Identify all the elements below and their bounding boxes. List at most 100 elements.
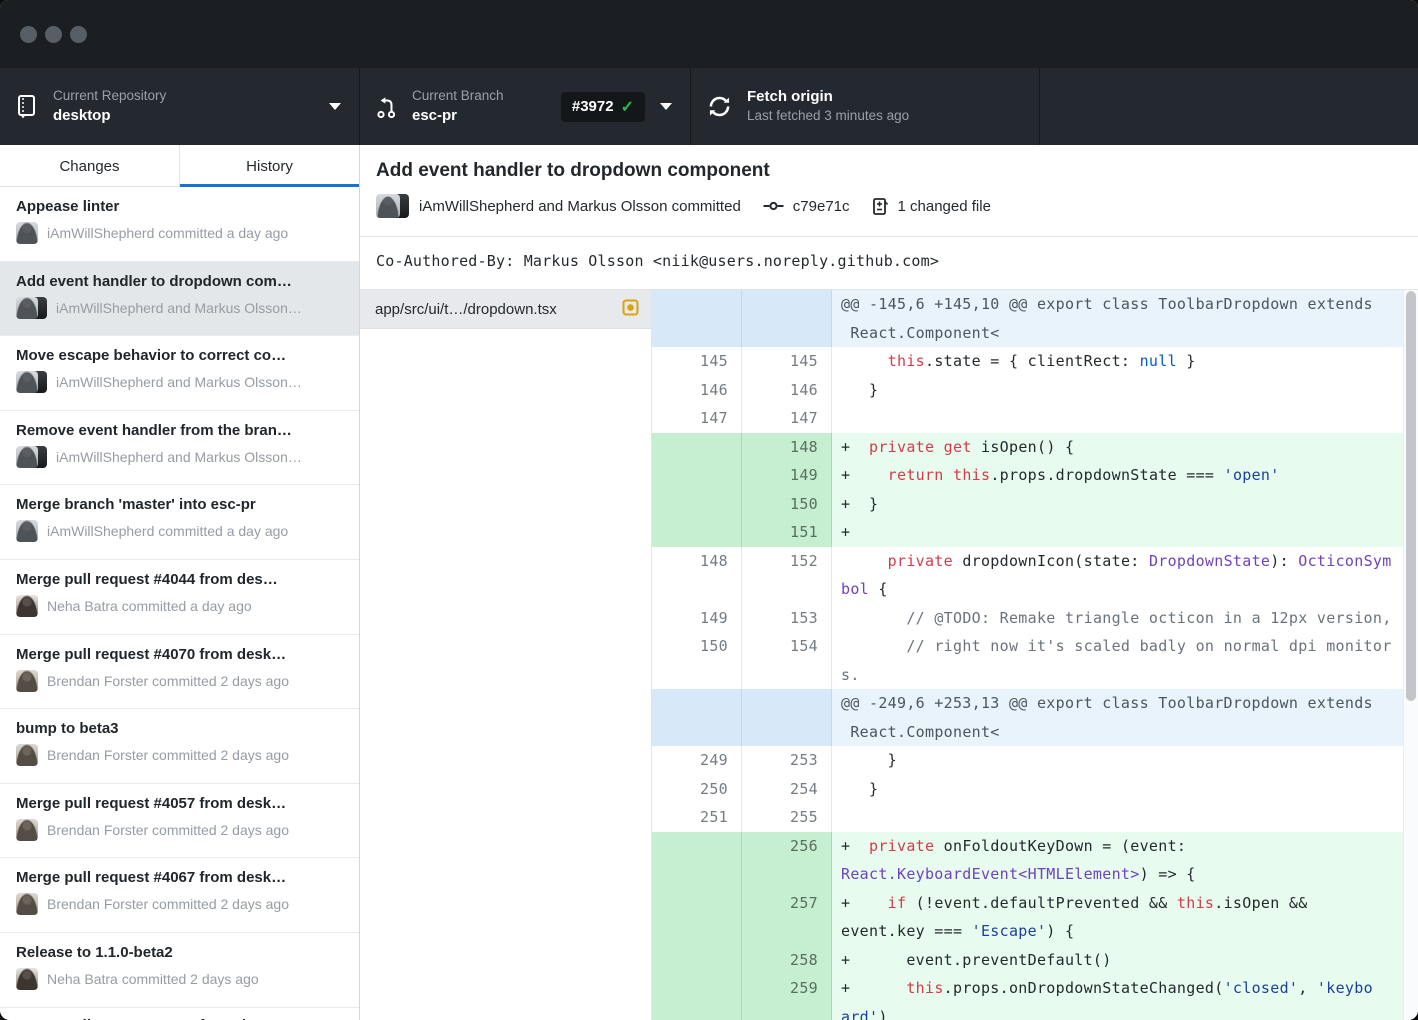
diff-line-row: 256+ private onFoldoutKeyDown = (event: … — [652, 832, 1403, 889]
repository-switcher-button[interactable]: Current Repository desktop — [0, 68, 360, 145]
code-segment: onFoldoutKeyDown = (event: — [934, 837, 1186, 855]
code-segment — [841, 352, 888, 370]
diff-scrollbar[interactable] — [1403, 290, 1418, 1020]
commit-item-meta-text: iAmWillShepherd and Markus Olsson… — [56, 300, 302, 316]
diff-line-row: 147147 — [652, 404, 1403, 433]
diff-line-row: 251255 — [652, 803, 1403, 832]
commit-item-meta-text: Neha Batra committed 2 days ago — [47, 971, 259, 987]
avatar — [16, 371, 38, 393]
commit-meta-row: iAmWillShepherd and Markus Olsson commit… — [376, 194, 1402, 218]
chevron-down-icon — [660, 103, 672, 110]
diff-old-line-number — [652, 461, 742, 490]
code-segment: 'open' — [1224, 466, 1280, 484]
commit-item-meta: Brendan Forster committed 2 days ago — [16, 670, 343, 692]
scrollbar-thumb[interactable] — [1406, 291, 1416, 701]
commit-item-title: Add event handler to dropdown com… — [16, 273, 343, 290]
avatar — [16, 968, 38, 990]
diff-line-row: 150154 // right now it's scaled badly on… — [652, 632, 1403, 689]
diff-new-line-number: 149 — [742, 461, 832, 490]
window-zoom-button[interactable] — [70, 26, 87, 43]
diff-line-row: 149153 // @TODO: Remake triangle octicon… — [652, 604, 1403, 633]
code-segment: React.KeyboardEvent<HTMLElement> — [841, 865, 1140, 883]
toolbar-empty-space — [1040, 68, 1418, 145]
code-segment: this — [906, 979, 943, 997]
diff-code-line: } — [832, 775, 1403, 804]
diff-new-line-number: 153 — [742, 604, 832, 633]
app-window: Current Repository desktop Current Branc… — [0, 0, 1418, 1020]
diff-old-line-number — [652, 518, 742, 547]
code-segment: @@ -145,6 +145,10 @@ export class Toolba… — [841, 295, 1373, 342]
code-segment: { — [869, 580, 888, 598]
diff-new-line-number: 150 — [742, 490, 832, 519]
commit-item-title: Release to 1.1.0-beta2 — [16, 944, 343, 961]
fetch-origin-button[interactable]: Fetch origin Last fetched 3 minutes ago — [691, 68, 1040, 145]
changed-files-list: app/src/ui/t…/dropdown.tsx — [360, 290, 652, 1020]
commit-list-item[interactable]: Release to 1.1.0-beta2 Neha Batra committ… — [0, 933, 359, 1008]
window-close-button[interactable] — [20, 26, 37, 43]
window-titlebar — [0, 0, 1418, 68]
diff-new-line-number: 256 — [742, 832, 832, 889]
diff-new-line-number: 259 — [742, 974, 832, 1020]
commit-list-item[interactable]: Merge pull request #4067 from desk…Brend… — [0, 858, 359, 933]
commit-list-item[interactable]: Merge pull request #4070 from desk…Brend… — [0, 635, 359, 710]
commit-item-meta: Neha Batra committed a day ago — [16, 595, 343, 617]
commit-item-meta: iAmWillShepherd committed a day ago — [16, 222, 343, 244]
fetch-origin-label: Fetch origin — [747, 87, 909, 107]
commit-item-meta-text: Brendan Forster committed 2 days ago — [47, 747, 289, 763]
commit-list-item[interactable]: Remove event handler from the bran…iAmWi… — [0, 411, 359, 486]
current-repository-value: desktop — [53, 106, 166, 126]
commit-list-item[interactable]: Merge pull request #4071 from d… — [0, 1008, 359, 1020]
code-segment: private — [888, 552, 953, 570]
code-segment: ) { — [1046, 922, 1074, 940]
commit-list-item[interactable]: bump to beta3 Brendan Forster committed 2… — [0, 709, 359, 784]
modified-file-icon — [622, 299, 639, 320]
content-area: Changes History Appease linteriAmWillShe… — [0, 145, 1418, 1020]
commit-list-item[interactable]: Move escape behavior to correct co…iAmWi… — [0, 336, 359, 411]
code-segment: this — [953, 466, 990, 484]
code-segment: + — [841, 523, 850, 541]
commit-item-title: Remove event handler from the bran… — [16, 422, 343, 439]
diff-line-row: 145145 this.state = { clientRect: null } — [652, 347, 1403, 376]
diff-new-line-number: 146 — [742, 376, 832, 405]
diff-old-line-number: 150 — [652, 632, 742, 689]
tab-changes[interactable]: Changes — [0, 145, 180, 187]
commit-item-avatars — [16, 819, 38, 841]
tab-history[interactable]: History — [180, 145, 359, 187]
diff-code-line: + private get isOpen() { — [832, 433, 1403, 462]
code-segment: // @TODO: Remake triangle octicon in a 1… — [841, 609, 1392, 627]
code-segment: .state = { clientRect: — [925, 352, 1140, 370]
diff-old-line-number: 149 — [652, 604, 742, 633]
code-segment: ) => { — [1140, 865, 1196, 883]
diff-old-line-number: 147 — [652, 404, 742, 433]
window-minimize-button[interactable] — [45, 26, 62, 43]
commit-list-item[interactable]: Add event handler to dropdown com… iAmWil… — [0, 262, 359, 337]
commit-item-avatars — [16, 744, 38, 766]
commit-list-item[interactable]: Merge pull request #4044 from des…Neha B… — [0, 560, 359, 635]
commit-item-title: Move escape behavior to correct co… — [16, 347, 343, 364]
diff-code-line: + if (!event.defaultPrevented && this.is… — [832, 889, 1403, 946]
diff-old-line-number: 148 — [652, 547, 742, 604]
diff-view: @@ -145,6 +145,10 @@ export class Toolba… — [652, 290, 1403, 1020]
code-segment: , — [1298, 979, 1317, 997]
commit-list-item[interactable]: Merge branch 'master' into esc-priAmWill… — [0, 485, 359, 560]
commit-item-avatars — [16, 222, 38, 244]
code-segment: + — [841, 438, 869, 456]
diff-new-line-number: 145 — [742, 347, 832, 376]
commit-item-title: bump to beta3 — [16, 720, 343, 737]
code-segment: 'Escape' — [972, 922, 1047, 940]
file-list-item[interactable]: app/src/ui/t…/dropdown.tsx — [360, 290, 651, 329]
current-repository-label: Current Repository — [53, 87, 166, 106]
diff-code-line: + private onFoldoutKeyDown = (event: Rea… — [832, 832, 1403, 889]
diff-code-line: // @TODO: Remake triangle octicon in a 1… — [832, 604, 1403, 633]
code-segment — [841, 552, 888, 570]
branch-switcher-button[interactable]: Current Branch esc-pr #3972✓ — [360, 68, 691, 145]
commit-list-item[interactable]: Merge pull request #4057 from desk…Brend… — [0, 784, 359, 859]
commit-item-title: Merge pull request #4057 from desk… — [16, 795, 343, 812]
avatar — [16, 744, 38, 766]
code-segment: } — [1177, 352, 1196, 370]
code-segment: null — [1140, 352, 1177, 370]
diff-code-line: @@ -145,6 +145,10 @@ export class Toolba… — [832, 290, 1403, 347]
diff-old-line-number — [652, 689, 742, 746]
diff-code-line: + return this.props.dropdownState === 'o… — [832, 461, 1403, 490]
commit-list-item[interactable]: Appease linteriAmWillShepherd committed … — [0, 187, 359, 262]
